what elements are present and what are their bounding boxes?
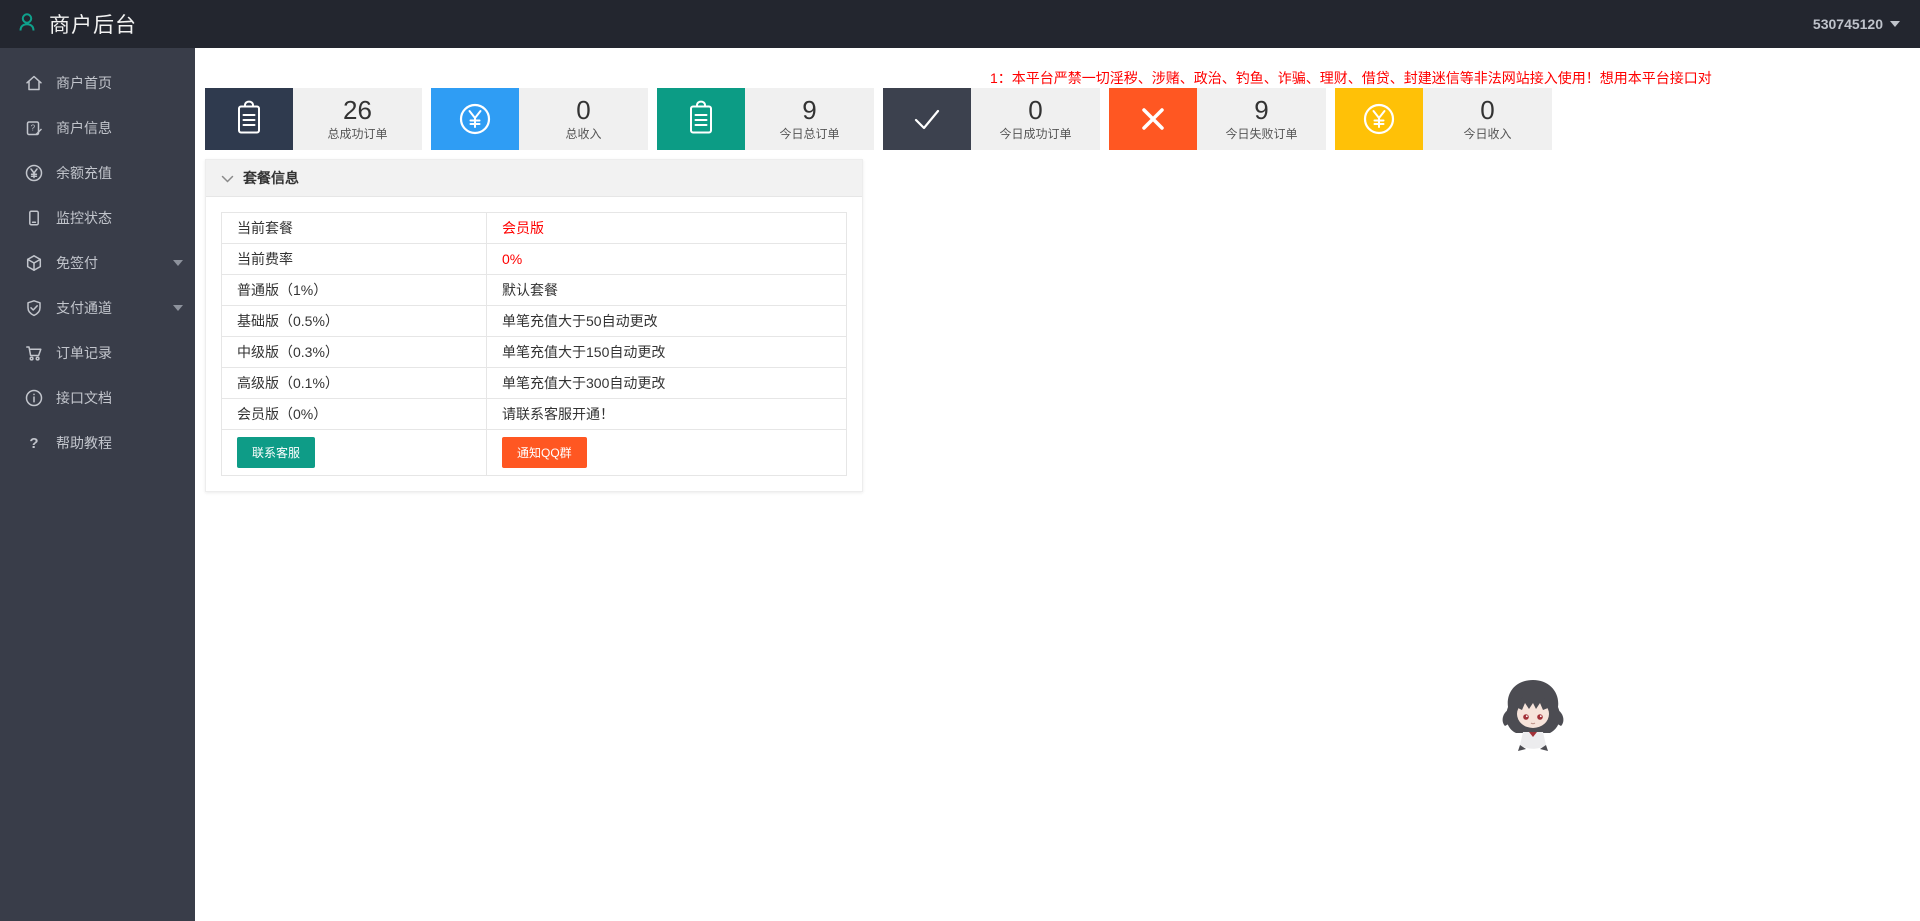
- yen-circle-icon: [1335, 88, 1423, 150]
- chevron-down-icon: [173, 260, 183, 266]
- clipboard-icon: [657, 88, 745, 150]
- stat-label: 今日失败订单: [1225, 125, 1297, 142]
- cart-icon: [24, 343, 44, 363]
- package-row: 当前费率0%: [222, 244, 847, 275]
- stat-value: 26: [343, 96, 372, 125]
- qq-group-button[interactable]: 通知QQ群: [502, 437, 587, 468]
- package-row: 中级版（0.3%）单笔充值大于150自动更改: [222, 337, 847, 368]
- main-content: 1：本平台严禁一切淫秽、涉赌、政治、钓鱼、诈骗、理财、借贷、封建迷信等非法网站接…: [195, 48, 1920, 921]
- package-row: 当前套餐会员版: [222, 213, 847, 244]
- package-row-name: 当前费率: [222, 244, 487, 275]
- stat-card-today-total-orders: 9今日总订单: [657, 88, 874, 150]
- app-title: 商户后台: [49, 9, 137, 39]
- stat-card-total-success-orders: 26总成功订单: [205, 88, 422, 150]
- stat-label: 今日收入: [1463, 125, 1511, 142]
- package-table: 当前套餐会员版当前费率0%普通版（1%）默认套餐基础版（0.5%）单笔充值大于5…: [221, 212, 847, 476]
- sidebar-item-nosign[interactable]: 免签付: [0, 240, 195, 285]
- package-row-value: 单笔充值大于150自动更改: [487, 337, 847, 368]
- home-icon: [24, 73, 44, 93]
- shield-icon: [24, 298, 44, 318]
- sidebar-menu: 商户首页? 商户信息余额充值监控状态免签付支付通道订单记录接口文档? 帮助教程: [0, 60, 195, 465]
- info-icon: [24, 388, 44, 408]
- sidebar-item-label: 余额充值: [56, 163, 112, 183]
- svg-text:?: ?: [31, 123, 36, 132]
- platform-warning: 1：本平台严禁一切淫秽、涉赌、政治、钓鱼、诈骗、理财、借贷、封建迷信等非法网站接…: [990, 68, 1712, 88]
- package-row-value: 0%: [487, 244, 847, 275]
- sidebar-item-label: 帮助教程: [56, 433, 112, 453]
- package-row-value: 单笔充值大于300自动更改: [487, 368, 847, 399]
- stat-value: 0: [1480, 96, 1494, 125]
- stat-label: 今日总订单: [779, 125, 839, 142]
- package-row-name: 中级版（0.3%）: [222, 337, 487, 368]
- sidebar-item-label: 接口文档: [56, 388, 112, 408]
- caret-down-icon: [1890, 21, 1900, 27]
- check-icon: [883, 88, 971, 150]
- sidebar-item-orders[interactable]: 订单记录: [0, 330, 195, 375]
- yen-circle-icon: [431, 88, 519, 150]
- merchant-info-icon: ?: [24, 118, 44, 138]
- panel-title: 套餐信息: [243, 168, 299, 188]
- sidebar-item-label: 订单记录: [56, 343, 112, 363]
- account-menu[interactable]: 530745120: [1813, 16, 1920, 32]
- sidebar-item-label: 监控状态: [56, 208, 112, 228]
- sidebar-item-api[interactable]: 接口文档: [0, 375, 195, 420]
- cube-icon: [24, 253, 44, 273]
- clipboard-icon: [205, 88, 293, 150]
- package-row: 会员版（0%）请联系客服开通！: [222, 399, 847, 430]
- sidebar-item-label: 商户首页: [56, 73, 112, 93]
- stat-value: 0: [576, 96, 590, 125]
- package-buttons-row: 联系客服 通知QQ群: [222, 430, 847, 476]
- package-panel: 套餐信息 当前套餐会员版当前费率0%普通版（1%）默认套餐基础版（0.5%）单笔…: [205, 159, 863, 492]
- chevron-down-icon: [221, 170, 234, 186]
- package-row-name: 基础版（0.5%）: [222, 306, 487, 337]
- package-row-value: 默认套餐: [487, 275, 847, 306]
- sidebar-item-channel[interactable]: 支付通道: [0, 285, 195, 330]
- stat-value: 9: [1254, 96, 1268, 125]
- stat-card-today-failed-orders: 9今日失败订单: [1109, 88, 1326, 150]
- stat-label: 总收入: [565, 125, 601, 142]
- panel-body: 当前套餐会员版当前费率0%普通版（1%）默认套餐基础版（0.5%）单笔充值大于5…: [206, 197, 862, 491]
- stat-card-today-success-orders: 0今日成功订单: [883, 88, 1100, 150]
- sidebar-item-recharge[interactable]: 余额充值: [0, 150, 195, 195]
- sidebar-item-label: 商户信息: [56, 118, 112, 138]
- package-row-value: 单笔充值大于50自动更改: [487, 306, 847, 337]
- stat-card-today-income: 0今日收入: [1335, 88, 1552, 150]
- sidebar-item-label: 免签付: [56, 253, 98, 273]
- x-icon: [1109, 88, 1197, 150]
- package-row-name: 普通版（1%）: [222, 275, 487, 306]
- stat-value: 0: [1028, 96, 1042, 125]
- yen-circle-icon: [24, 163, 44, 183]
- chevron-down-icon: [173, 305, 183, 311]
- svg-text:?: ?: [29, 435, 38, 452]
- sidebar-item-label: 支付通道: [56, 298, 112, 318]
- sidebar: 商户首页? 商户信息余额充值监控状态免签付支付通道订单记录接口文档? 帮助教程: [0, 48, 195, 921]
- stat-label: 今日成功订单: [999, 125, 1071, 142]
- stats-row: 26总成功订单0总收入9今日总订单0今日成功订单9今日失败订单0今日收入: [195, 48, 1920, 150]
- top-header: 商户后台 530745120: [0, 0, 1920, 48]
- package-row-value: 请联系客服开通！: [487, 399, 847, 430]
- package-row: 基础版（0.5%）单笔充值大于50自动更改: [222, 306, 847, 337]
- sidebar-item-help[interactable]: ? 帮助教程: [0, 420, 195, 465]
- monitor-icon: [24, 208, 44, 228]
- mascot-widget[interactable]: [1496, 676, 1570, 754]
- sidebar-item-info[interactable]: ? 商户信息: [0, 105, 195, 150]
- question-icon: ?: [24, 433, 44, 453]
- package-row: 高级版（0.1%）单笔充值大于300自动更改: [222, 368, 847, 399]
- account-number: 530745120: [1813, 16, 1883, 32]
- package-row-name: 当前套餐: [222, 213, 487, 244]
- package-row: 普通版（1%）默认套餐: [222, 275, 847, 306]
- sidebar-item-monitor[interactable]: 监控状态: [0, 195, 195, 240]
- stat-card-total-income: 0总收入: [431, 88, 648, 150]
- stat-label: 总成功订单: [327, 125, 387, 142]
- stat-value: 9: [802, 96, 816, 125]
- package-row-name: 会员版（0%）: [222, 399, 487, 430]
- package-panel-header[interactable]: 套餐信息: [206, 160, 862, 197]
- mascot-chibi-image: [1496, 676, 1570, 754]
- user-icon: [15, 10, 39, 39]
- sidebar-item-home[interactable]: 商户首页: [0, 60, 195, 105]
- package-row-name: 高级版（0.1%）: [222, 368, 487, 399]
- brand: 商户后台: [0, 9, 137, 39]
- package-row-value: 会员版: [487, 213, 847, 244]
- contact-support-button[interactable]: 联系客服: [237, 437, 315, 468]
